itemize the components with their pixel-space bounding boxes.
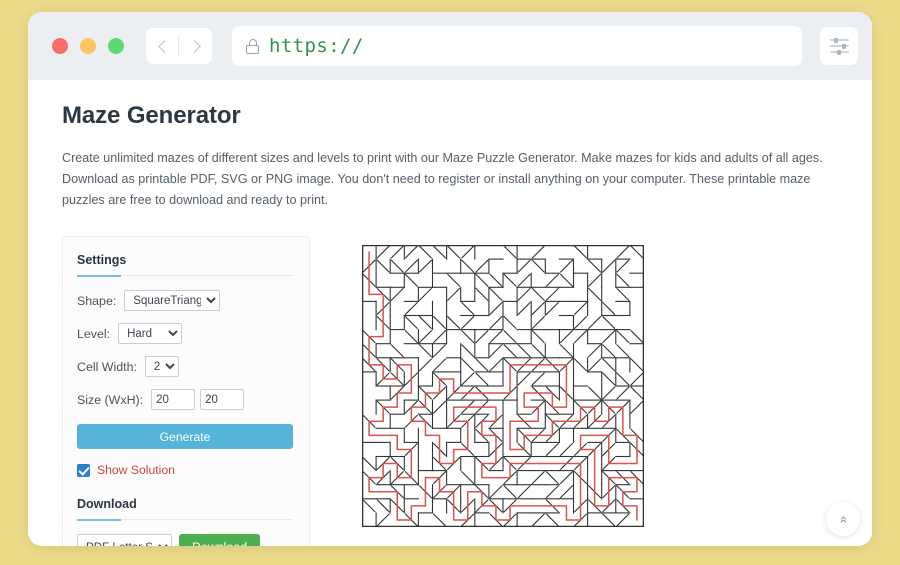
level-label: Level: — [77, 326, 111, 341]
download-heading: Download — [77, 497, 137, 512]
download-button[interactable]: Download — [179, 534, 261, 546]
size-width-input[interactable] — [151, 389, 196, 411]
main-content: Settings Shape: SquareTriangles Level: H… — [62, 236, 838, 546]
level-field-row: Level: Hard — [77, 323, 293, 345]
shape-field-row: Shape: SquareTriangles — [77, 290, 293, 312]
close-window-button[interactable] — [52, 38, 68, 54]
download-heading-underline — [77, 519, 293, 522]
address-bar-text: https:// — [269, 35, 364, 57]
show-solution-checkbox[interactable] — [77, 463, 90, 477]
maze-svg — [362, 245, 644, 528]
level-select[interactable]: Hard — [118, 323, 183, 345]
chevron-right-icon — [187, 39, 201, 53]
download-row: PDF Letter Size Download — [77, 534, 293, 546]
size-field-row: Size (WxH): — [77, 389, 293, 411]
page-content: Maze Generator Create unlimited mazes of… — [28, 80, 872, 546]
settings-panel: Settings Shape: SquareTriangles Level: H… — [62, 236, 310, 546]
window-traffic-lights — [52, 38, 124, 54]
sliders-icon — [829, 37, 849, 43]
minimize-window-button[interactable] — [80, 38, 96, 54]
show-solution-row[interactable]: Show Solution — [77, 463, 293, 477]
browser-window: https:// Maze Generator Create unlimited… — [28, 12, 872, 546]
lock-icon — [246, 38, 259, 54]
cell-width-field-row: Cell Width: 20 — [77, 356, 293, 378]
forward-button[interactable] — [179, 28, 212, 64]
size-height-input[interactable] — [200, 389, 245, 411]
page-title: Maze Generator — [62, 102, 241, 129]
download-format-select[interactable]: PDF Letter Size — [77, 534, 172, 546]
cell-width-select[interactable]: 20 — [144, 356, 179, 378]
double-chevron-up-icon: » — [835, 515, 851, 523]
cell-width-label: Cell Width: — [77, 359, 137, 374]
show-solution-label: Show Solution — [97, 463, 175, 478]
settings-heading: Settings — [77, 253, 127, 268]
page-description: Create unlimited mazes of different size… — [62, 151, 823, 207]
settings-heading-underline — [77, 275, 293, 278]
sliders-icon-row-2 — [829, 43, 849, 49]
navigation-buttons — [146, 28, 212, 64]
scroll-to-top-button[interactable]: » — [826, 502, 860, 536]
sliders-icon-row-3 — [829, 49, 849, 55]
back-button[interactable] — [146, 28, 179, 64]
browser-menu-button[interactable] — [820, 27, 858, 65]
size-label: Size (WxH): — [77, 392, 144, 407]
shape-select[interactable]: SquareTriangles — [124, 290, 221, 312]
maze-preview — [332, 236, 838, 546]
maximize-window-button[interactable] — [108, 38, 124, 54]
browser-chrome: https:// — [28, 12, 872, 80]
generate-button[interactable]: Generate — [77, 424, 293, 450]
shape-label: Shape: — [77, 293, 117, 308]
chevron-left-icon — [157, 39, 171, 53]
address-bar[interactable]: https:// — [232, 26, 802, 66]
